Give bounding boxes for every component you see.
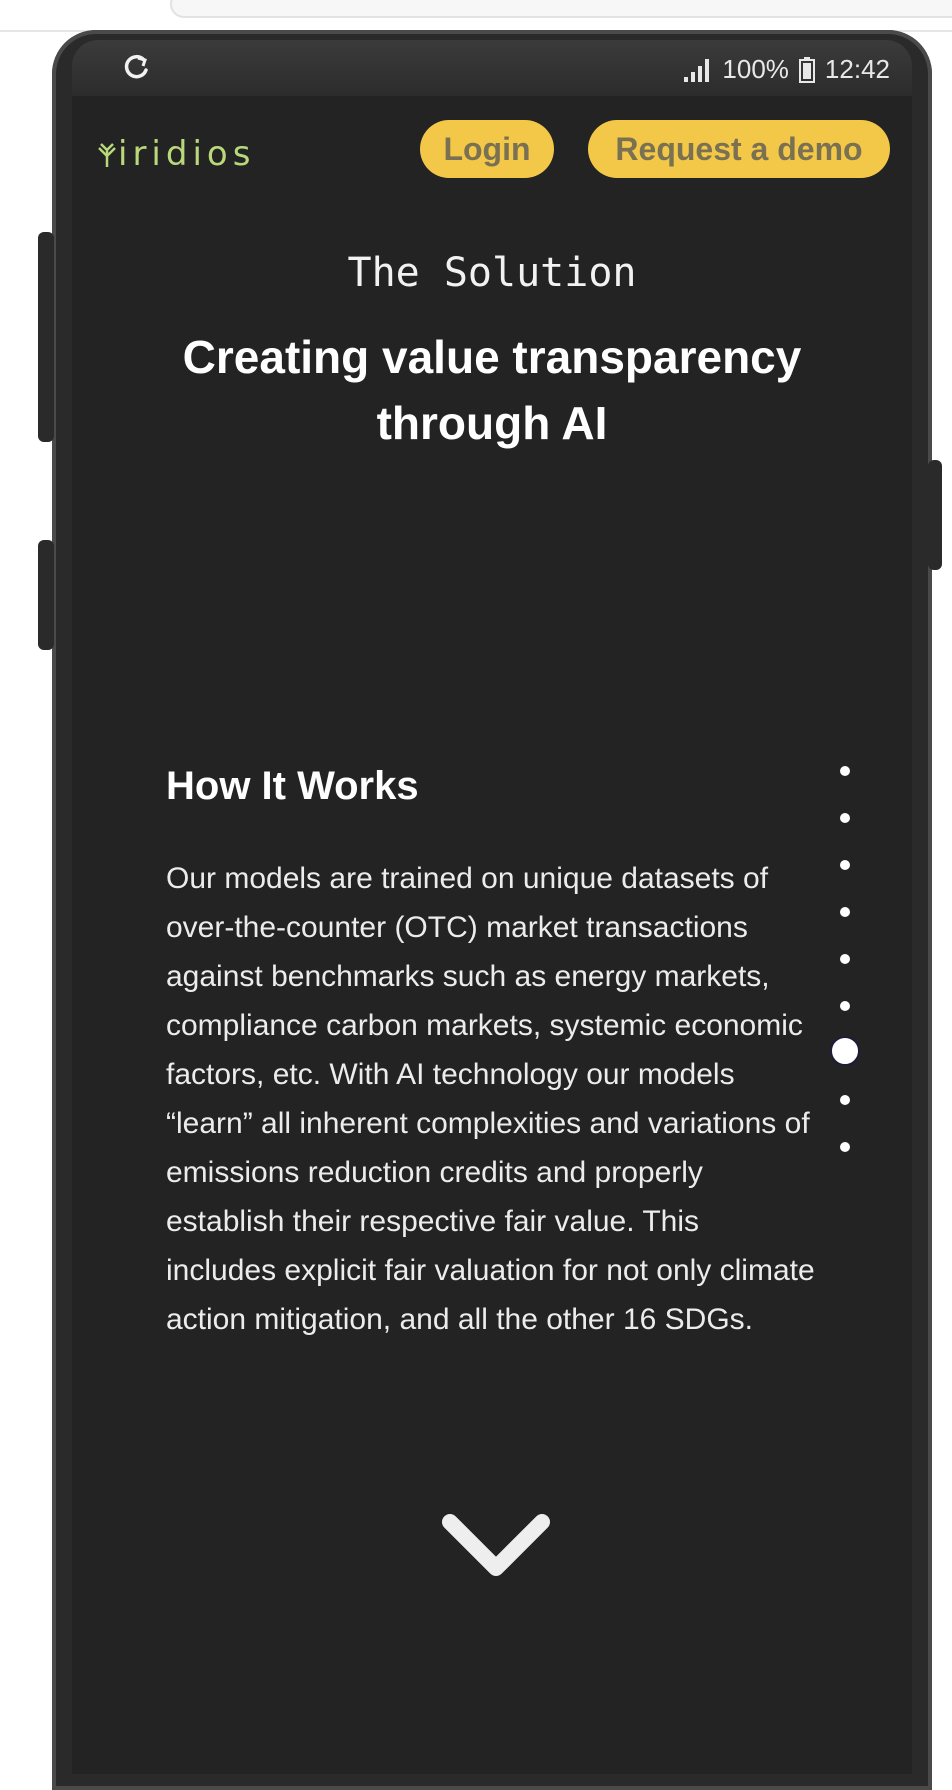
- phone-side-button: [38, 232, 54, 442]
- battery-icon: [798, 56, 815, 83]
- web-page: iridios Login Request a demo The Solutio…: [72, 96, 912, 1774]
- phone-side-button: [38, 540, 54, 650]
- battery-percent: 100%: [722, 54, 789, 84]
- pagination-dot[interactable]: [840, 1001, 850, 1011]
- page-headline: Creating value transparency through AI: [182, 331, 802, 449]
- pagination-dot[interactable]: [840, 1095, 850, 1105]
- pagination-dot[interactable]: [840, 813, 850, 823]
- chevron-down-icon[interactable]: [440, 1512, 552, 1582]
- logo[interactable]: iridios: [96, 134, 255, 174]
- logo-text: iridios: [118, 134, 256, 174]
- status-bar: 100% 12:42: [72, 40, 912, 96]
- pagination-dot-active[interactable]: [830, 1036, 860, 1066]
- section-title: How It Works: [166, 764, 419, 808]
- section-body: Our models are trained on unique dataset…: [166, 862, 815, 1336]
- clock: 12:42: [824, 54, 890, 84]
- signal-icon: [684, 58, 710, 82]
- phone-side-button: [928, 460, 942, 570]
- refresh-icon: [124, 54, 148, 79]
- pagination-dots: [830, 96, 862, 1774]
- pagination-dot[interactable]: [840, 907, 850, 917]
- pagination-dot[interactable]: [840, 766, 850, 776]
- pagination-dot[interactable]: [840, 1142, 850, 1152]
- section-eyebrow: The Solution: [347, 250, 637, 296]
- browser-top-bar: [0, 0, 952, 32]
- login-button[interactable]: Login: [420, 120, 554, 178]
- leaf-icon: [98, 143, 116, 167]
- pagination-dot[interactable]: [840, 954, 850, 964]
- address-bar[interactable]: [170, 0, 952, 18]
- status-right: 100% 12:42: [684, 54, 890, 85]
- pagination-dot[interactable]: [840, 860, 850, 870]
